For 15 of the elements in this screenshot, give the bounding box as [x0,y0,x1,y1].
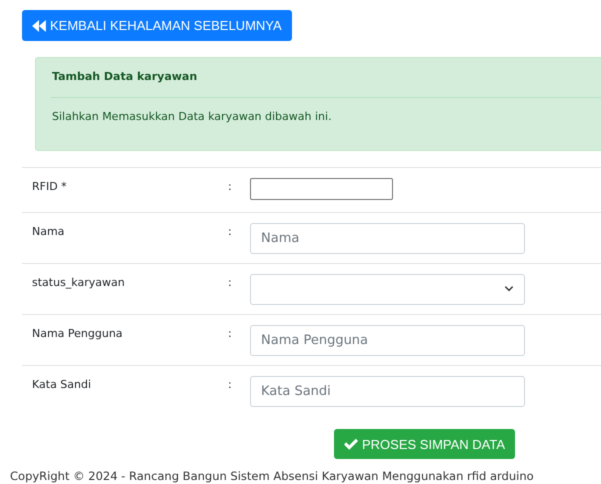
save-button[interactable]: PROSES SIMPAN DATA [334,429,516,459]
separator: : [228,224,233,240]
footer-text: CopyRight © 2024 - Rancang Bangun Sistem Absensi Karyawan Menggunakan rfid arduino [10,469,535,483]
separator: : [228,326,233,342]
back-button[interactable]: KEMBALI KEHALAMAN SEBELUMNYA [22,10,292,41]
field-label: Nama Pengguna [31,326,124,342]
separator: : [228,179,233,195]
alert-message: Silahkan Memasukkan Data karyawan dibawah ini. [52,110,333,123]
separator: : [228,377,233,393]
alert-title: Tambah Data karyawan [52,70,198,83]
field-label: Nama [31,224,66,240]
field-label: Kata Sandi [31,377,92,393]
field-label: RFID * [31,179,68,195]
field-label: status_karyawan [31,275,126,291]
separator: : [228,275,233,291]
